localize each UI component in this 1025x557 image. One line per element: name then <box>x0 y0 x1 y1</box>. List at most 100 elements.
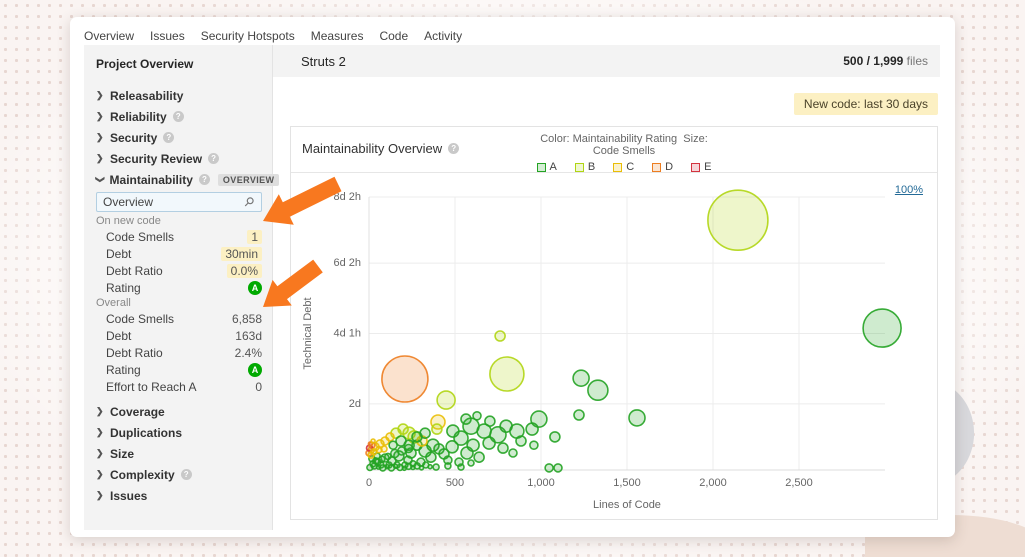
y-tick-label: 2d <box>349 398 361 410</box>
metric-row-rating[interactable]: Rating A <box>96 361 262 378</box>
bubble[interactable] <box>427 463 433 470</box>
app-window: Overview Issues Security Hotspots Measures C… <box>70 17 955 537</box>
bubble[interactable] <box>472 411 482 421</box>
bubble[interactable] <box>460 413 472 425</box>
bubble[interactable] <box>385 432 395 442</box>
x-tick-label: 500 <box>446 477 464 489</box>
metric-value: 2.4% <box>234 345 262 360</box>
bubble[interactable] <box>418 465 425 471</box>
bubble[interactable] <box>525 422 539 436</box>
bubble[interactable] <box>436 390 456 410</box>
bubble[interactable] <box>544 463 554 473</box>
sidebar-item-coverage[interactable]: ❯ Coverage <box>96 401 262 422</box>
bubble[interactable] <box>572 369 590 387</box>
bubble[interactable] <box>467 459 475 467</box>
chart-panel-header: Maintainability Overview ? Color: Mainta… <box>291 127 937 173</box>
metric-section-label: Overall <box>96 297 131 309</box>
bubble[interactable] <box>489 356 525 392</box>
bubble[interactable] <box>384 463 390 470</box>
bubble[interactable] <box>484 415 496 427</box>
metric-row-debt-ratio[interactable]: Debt Ratio 2.4% <box>96 344 262 361</box>
help-icon[interactable]: ? <box>198 174 210 185</box>
bubble[interactable] <box>573 409 585 421</box>
rating-badge-a: A <box>248 280 262 295</box>
bubble[interactable] <box>508 448 518 458</box>
chevron-right-icon: ❯ <box>96 427 104 437</box>
sidebar-item-size[interactable]: ❯ Size <box>96 443 262 464</box>
help-icon[interactable]: ? <box>180 469 192 480</box>
sidebar-item-issues[interactable]: ❯ Issues <box>96 485 262 506</box>
sidebar-item-security[interactable]: ❯ Security? <box>96 127 262 148</box>
bubble[interactable] <box>419 427 431 440</box>
x-tick-label: 2,000 <box>699 477 727 489</box>
bubble[interactable] <box>370 438 376 444</box>
metric-label: Debt Ratio <box>106 263 163 278</box>
bubble[interactable] <box>433 443 445 455</box>
bubble[interactable] <box>381 355 429 403</box>
sidebar-item-reliability[interactable]: ❯ Reliability? <box>96 106 262 127</box>
bubble[interactable] <box>403 443 414 454</box>
metric-row-debt-ratio[interactable]: Debt Ratio 0.0% <box>96 262 262 279</box>
files-count-label: files <box>906 54 928 68</box>
bubble[interactable] <box>392 463 399 470</box>
y-tick-label: 4d 1h <box>333 328 361 340</box>
help-icon[interactable]: ? <box>172 111 184 122</box>
bubble[interactable] <box>482 436 496 450</box>
bubble[interactable] <box>499 419 513 433</box>
bubble[interactable] <box>497 442 509 454</box>
metric-row-rating[interactable]: Rating A <box>96 279 262 296</box>
bubble[interactable] <box>553 463 563 473</box>
bubble[interactable] <box>431 423 443 435</box>
metric-row-effort-to-reach-a[interactable]: Effort to Reach A 0 <box>96 378 262 395</box>
metric-label: Rating <box>106 280 141 295</box>
metric-row-code-smells[interactable]: Code Smells 1 <box>96 228 262 245</box>
bubble[interactable] <box>397 423 409 435</box>
bubble[interactable] <box>707 189 769 252</box>
metric-row-debt[interactable]: Debt 163d <box>96 327 262 344</box>
bubble[interactable] <box>460 446 474 460</box>
bubble[interactable] <box>628 409 646 427</box>
sidebar-item-duplications[interactable]: ❯ Duplications <box>96 422 262 443</box>
help-icon[interactable]: ? <box>208 153 220 164</box>
bubble[interactable] <box>372 457 380 465</box>
bubble[interactable] <box>425 451 437 464</box>
overview-badge: OVERVIEW <box>217 173 280 186</box>
bubble[interactable] <box>587 379 609 401</box>
x-tick-label: 1,500 <box>613 477 641 489</box>
metric-label: Code Smells <box>106 229 175 244</box>
bubble[interactable] <box>529 440 539 451</box>
bubble[interactable] <box>494 330 506 342</box>
bubble[interactable] <box>446 424 460 438</box>
files-count-number: 500 / 1,999 <box>843 54 904 68</box>
bubble[interactable] <box>375 464 382 470</box>
bubble-chart[interactable]: 2d 4d 1h 6d 2h 8d 2h 0 500 1,000 1,500 2,000 2,50… <box>291 172 937 520</box>
sidebar-item-maintainability[interactable]: ❯ Maintainability ? OVERVIEW <box>95 169 280 190</box>
bubble[interactable] <box>375 445 383 454</box>
help-icon[interactable]: ? <box>448 143 460 154</box>
bubble[interactable] <box>384 452 392 461</box>
bubble[interactable] <box>401 465 408 472</box>
sidebar-item-complexity[interactable]: ❯ Complexity? <box>96 464 262 485</box>
bubble[interactable] <box>457 463 465 471</box>
bubble[interactable] <box>515 435 527 447</box>
chart-panel: Maintainability Overview ? Color: Mainta… <box>290 126 938 520</box>
bubble[interactable] <box>444 462 452 470</box>
bubble[interactable] <box>473 451 485 464</box>
metric-row-code-smells[interactable]: Code Smells 6,858 <box>96 310 262 327</box>
chart-legend: Color: Maintainability Rating Size: Code… <box>529 133 719 173</box>
metric-row-debt[interactable]: Debt 30min <box>96 245 262 262</box>
sidebar-item-releasability[interactable]: ❯ Releasability <box>96 85 262 106</box>
legend-caption: Color: Maintainability Rating Size: Code… <box>529 133 719 157</box>
bubble[interactable] <box>388 440 398 451</box>
legend-color-label: Color: Maintainability Rating <box>540 133 678 145</box>
bubble[interactable] <box>378 455 386 464</box>
legend-swatch-c <box>613 162 623 172</box>
bubble[interactable] <box>862 308 902 348</box>
sidebar-item-security-review[interactable]: ❯ Security Review? <box>96 148 262 169</box>
sidebar-item-overview-selected[interactable]: Overview <box>96 192 262 212</box>
bubble[interactable] <box>410 464 416 471</box>
bubble[interactable] <box>549 431 561 443</box>
bubble[interactable] <box>432 463 440 471</box>
files-count: 500 / 1,999 files <box>843 54 928 68</box>
help-icon[interactable]: ? <box>163 132 175 143</box>
